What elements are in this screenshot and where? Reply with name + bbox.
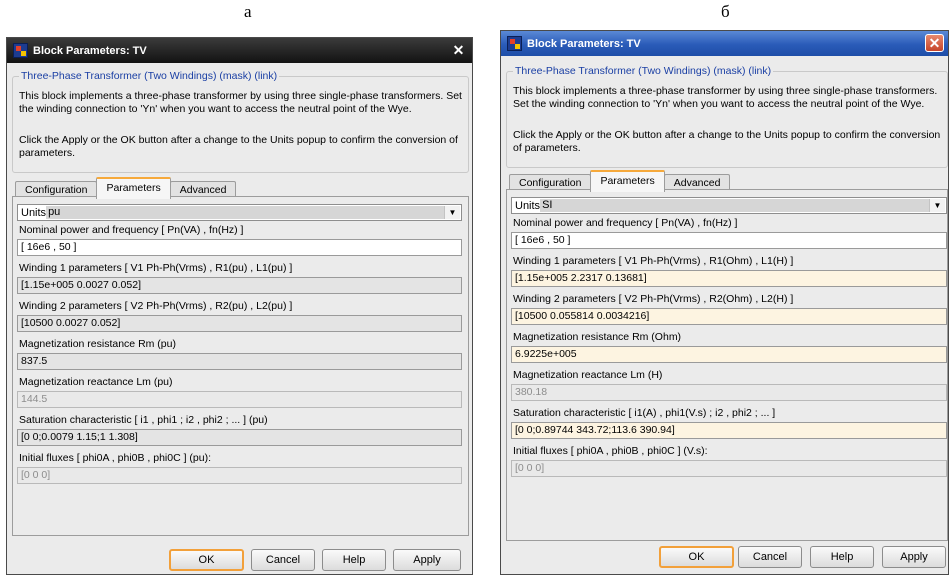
simulink-icon	[13, 43, 28, 58]
cancel-button[interactable]: Cancel	[251, 549, 315, 571]
tab-parameters[interactable]: Parameters	[96, 177, 171, 199]
param-label: Winding 1 parameters [ V1 Ph-Ph(Vrms) , …	[513, 255, 794, 267]
mask-heading: Three-Phase Transformer (Two Windings) (…	[19, 70, 280, 82]
cancel-button[interactable]: Cancel	[738, 546, 802, 568]
mask-group: Three-Phase Transformer (Two Windings) (…	[506, 65, 948, 168]
window-title: Block Parameters: TV	[33, 44, 147, 57]
caption-a: а	[244, 2, 252, 21]
param-label: Initial fluxes [ phi0A , phi0B , phi0C ]…	[513, 445, 708, 457]
mask-note: Click the Apply or the OK button after a…	[513, 129, 941, 154]
window-title: Block Parameters: TV	[527, 37, 641, 50]
units-value: pu	[46, 206, 444, 219]
help-button[interactable]: Help	[810, 546, 874, 568]
mask-note: Click the Apply or the OK button after a…	[19, 134, 458, 159]
ok-button[interactable]: OK	[169, 549, 244, 571]
mask-description: This block implements a three-phase tran…	[513, 85, 938, 110]
chevron-down-icon[interactable]: ▼	[444, 206, 460, 219]
simulink-icon	[507, 36, 522, 51]
param-field: [0 0 0]	[511, 460, 947, 477]
param-field[interactable]: [ 16e6 , 50 ]	[17, 239, 462, 256]
param-field[interactable]: 837.5	[17, 353, 462, 370]
param-label: Winding 2 parameters [ V2 Ph-Ph(Vrms) , …	[19, 300, 293, 312]
param-label: Magnetization resistance Rm (pu)	[19, 338, 176, 350]
dialog-a: Block Parameters: TV ✕ Three-Phase Trans…	[6, 37, 473, 575]
param-label: Magnetization reactance Lm (H)	[513, 369, 663, 381]
help-button[interactable]: Help	[322, 549, 386, 571]
param-field[interactable]: [ 16e6 , 50 ]	[511, 232, 947, 249]
close-icon[interactable]: ✕	[449, 41, 468, 59]
param-label: Saturation characteristic [ i1(A) , phi1…	[513, 407, 776, 419]
chevron-down-icon[interactable]: ▼	[929, 199, 945, 212]
mask-heading: Three-Phase Transformer (Two Windings) (…	[513, 65, 774, 77]
param-field[interactable]: [1.15e+005 0.0027 0.052]	[17, 277, 462, 294]
param-field[interactable]: [10500 0.0027 0.052]	[17, 315, 462, 332]
param-field[interactable]: [0 0;0.89744 343.72;113.6 390.94]	[511, 422, 947, 439]
param-field[interactable]: [10500 0.055814 0.0034216]	[511, 308, 947, 325]
param-label: Magnetization reactance Lm (pu)	[19, 376, 173, 388]
caption-b: б	[721, 2, 730, 21]
title-bar[interactable]: Block Parameters: TV ✕	[7, 38, 472, 63]
ok-button[interactable]: OK	[659, 546, 734, 568]
param-field[interactable]: [1.15e+005 2.2317 0.13681]	[511, 270, 947, 287]
param-label: Winding 2 parameters [ V2 Ph-Ph(Vrms) , …	[513, 293, 794, 305]
param-label: Nominal power and frequency [ Pn(VA) , f…	[513, 217, 738, 229]
param-field: 380.18	[511, 384, 947, 401]
mask-description: This block implements a three-phase tran…	[19, 90, 462, 115]
param-label: Saturation characteristic [ i1 , phi1 ; …	[19, 414, 268, 426]
dialog-b: Block Parameters: TV ✕ Three-Phase Trans…	[500, 30, 949, 575]
param-label: Magnetization resistance Rm (Ohm)	[513, 331, 682, 343]
param-field: [0 0 0]	[17, 467, 462, 484]
units-label: Units	[515, 199, 541, 212]
apply-button[interactable]: Apply	[882, 546, 946, 568]
param-label: Initial fluxes [ phi0A , phi0B , phi0C ]…	[19, 452, 212, 464]
param-field: 144.5	[17, 391, 462, 408]
units-dropdown[interactable]: Units SI ▼	[511, 197, 947, 214]
units-value: SI	[540, 199, 929, 212]
param-label: Winding 1 parameters [ V1 Ph-Ph(Vrms) , …	[19, 262, 293, 274]
units-label: Units	[21, 206, 47, 219]
apply-button[interactable]: Apply	[393, 549, 461, 571]
tab-parameters[interactable]: Parameters	[590, 170, 665, 192]
close-icon[interactable]: ✕	[925, 34, 944, 52]
mask-group: Three-Phase Transformer (Two Windings) (…	[12, 70, 469, 173]
param-field[interactable]: 6.9225e+005	[511, 346, 947, 363]
title-bar[interactable]: Block Parameters: TV ✕	[501, 31, 948, 56]
units-dropdown[interactable]: Units pu ▼	[17, 204, 462, 221]
param-field[interactable]: [0 0;0.0079 1.15;1 1.308]	[17, 429, 462, 446]
param-label: Nominal power and frequency [ Pn(VA) , f…	[19, 224, 244, 236]
